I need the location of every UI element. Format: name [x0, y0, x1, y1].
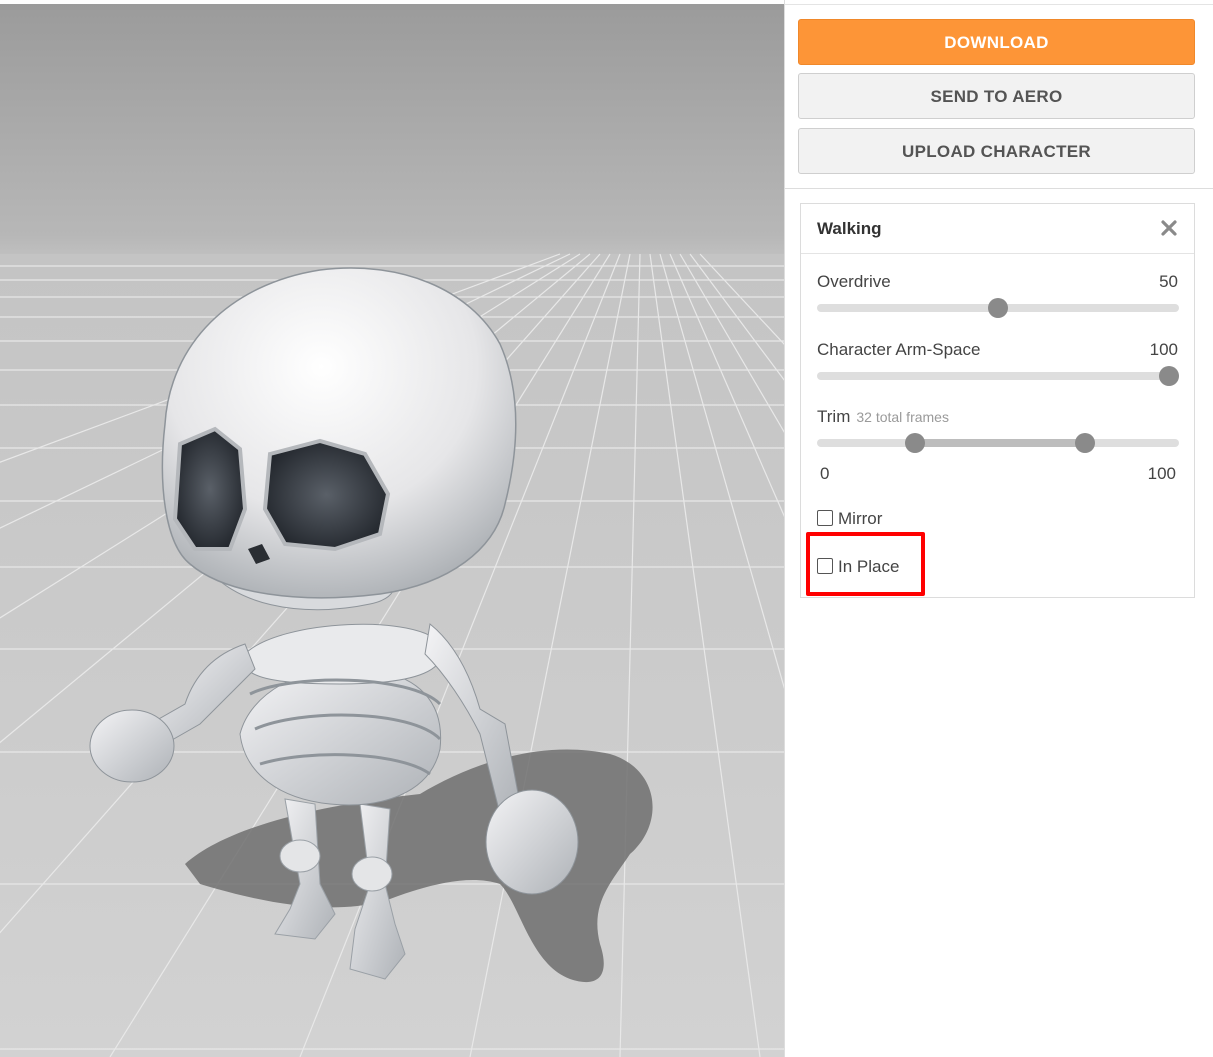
animation-settings-card: Walking Overdrive 50 Character Arm-Space…	[800, 203, 1195, 598]
upload-character-button[interactable]: UPLOAD CHARACTER	[798, 128, 1195, 174]
card-header: Walking	[801, 204, 1194, 254]
send-to-aero-button[interactable]: SEND TO AERO	[798, 73, 1195, 119]
arm-space-slider-thumb[interactable]	[1159, 366, 1179, 386]
mirror-option[interactable]: Mirror	[817, 509, 882, 529]
trim-selected-range	[914, 439, 1085, 447]
panel-divider	[785, 188, 1213, 189]
arm-space-value: 100	[1149, 340, 1178, 359]
viewport-scene	[0, 253, 784, 1057]
side-panel: DOWNLOAD SEND TO AERO UPLOAD CHARACTER W…	[784, 0, 1213, 1057]
overdrive-slider[interactable]	[817, 298, 1179, 318]
animation-title: Walking	[817, 219, 882, 238]
overdrive-value: 50	[1159, 272, 1178, 291]
trim-total-frames: 32 total frames	[856, 409, 949, 425]
download-button[interactable]: DOWNLOAD	[798, 19, 1195, 65]
trim-end-thumb[interactable]	[1074, 433, 1095, 453]
arm-space-label: Character Arm-Space	[817, 340, 981, 359]
trim-label: Trim 32 total frames	[817, 407, 949, 427]
trim-slider[interactable]	[817, 433, 1179, 453]
mirror-checkbox[interactable]	[817, 510, 833, 526]
3d-viewport[interactable]	[0, 4, 784, 1057]
trim-start-thumb[interactable]	[904, 433, 925, 453]
in-place-checkbox[interactable]	[817, 558, 833, 574]
trim-min-label: 0	[820, 464, 830, 483]
overdrive-label: Overdrive	[817, 272, 891, 291]
app: DOWNLOAD SEND TO AERO UPLOAD CHARACTER W…	[0, 0, 1213, 1057]
in-place-option[interactable]: In Place	[817, 557, 899, 577]
trim-label-text: Trim	[817, 407, 851, 426]
in-place-label: In Place	[838, 557, 900, 576]
overdrive-slider-thumb[interactable]	[988, 298, 1008, 318]
mirror-label: Mirror	[838, 509, 883, 528]
close-icon[interactable]	[1160, 219, 1178, 237]
trim-max-label: 100	[1147, 464, 1176, 483]
panel-top-divider	[785, 4, 1213, 5]
arm-space-slider[interactable]	[817, 366, 1179, 386]
